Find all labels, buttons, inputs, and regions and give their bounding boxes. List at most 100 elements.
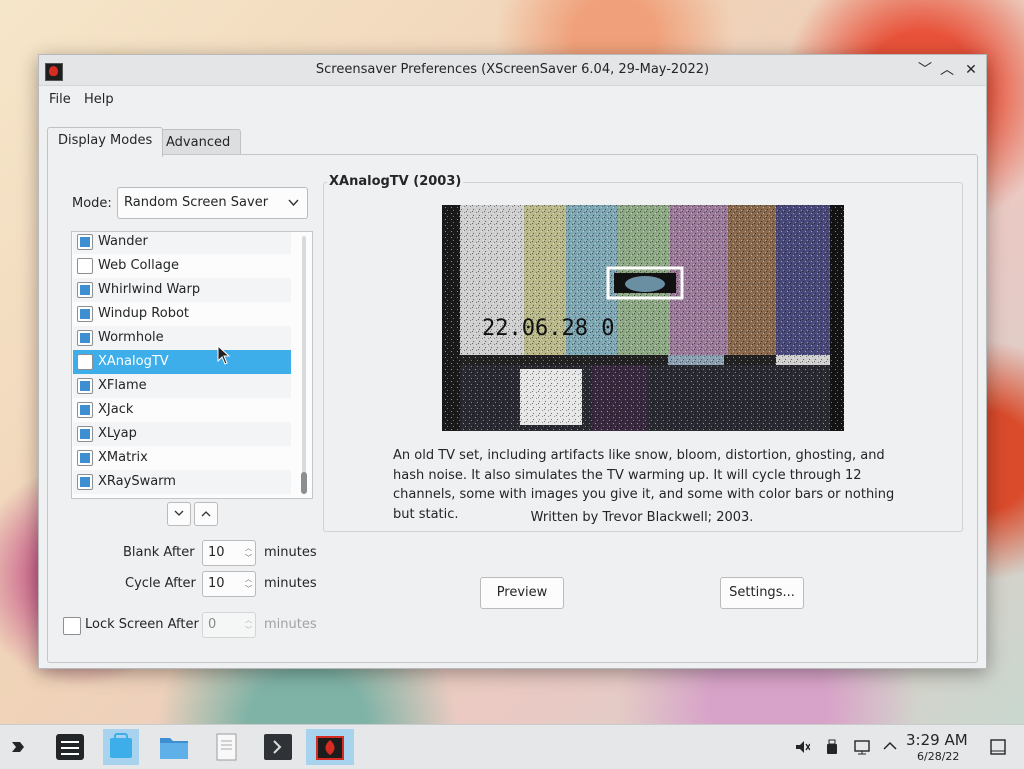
stepper-up-icon[interactable]: ︿ <box>245 616 252 624</box>
list-item-checkbox[interactable] <box>77 234 93 250</box>
list-item-checkbox[interactable] <box>77 378 93 394</box>
cycle-after-unit: minutes <box>264 576 317 591</box>
file-manager-task[interactable] <box>156 729 192 765</box>
system-settings-task[interactable] <box>52 729 88 765</box>
list-item-label: XLyap <box>98 426 137 441</box>
list-item-label: XRaySwarm <box>98 474 176 489</box>
list-item-checkbox[interactable] <box>77 330 93 346</box>
list-item-checkbox[interactable] <box>77 354 93 370</box>
cycle-after-label: Cycle After <box>125 576 196 591</box>
app-launcher-icon[interactable] <box>10 737 32 757</box>
menu-help[interactable]: Help <box>84 92 114 107</box>
list-item-label: Whirlwind Warp <box>98 282 201 297</box>
cycle-after-value: 10 <box>208 576 225 591</box>
list-item-label: Wormhole <box>98 330 164 345</box>
stepper-down-icon[interactable]: ﹀ <box>245 554 252 562</box>
stepper-up-icon[interactable]: ︿ <box>245 575 252 583</box>
list-item-label: XFlame <box>98 378 147 393</box>
titlebar[interactable]: Screensaver Preferences (XScreenSaver 6.… <box>39 55 986 86</box>
list-item[interactable]: Wormhole <box>73 326 291 350</box>
list-item[interactable]: Whirlwind Warp <box>73 278 291 302</box>
list-item-checkbox[interactable] <box>77 402 93 418</box>
lock-screen-checkbox[interactable] <box>63 617 81 635</box>
tab-advanced[interactable]: Advanced <box>155 129 242 157</box>
lock-after-stepper[interactable]: 0 ︿ ﹀ <box>202 612 256 638</box>
mouse-cursor-icon <box>217 345 231 365</box>
discover-task[interactable] <box>103 729 139 765</box>
list-scrollbar-thumb[interactable] <box>301 472 307 494</box>
tv-overlay-text: 22.06.28 0 <box>482 316 614 341</box>
list-item[interactable]: XRaySwarm <box>73 470 291 494</box>
list-item-checkbox[interactable] <box>77 474 93 490</box>
list-scrollbar-track[interactable] <box>302 236 306 492</box>
list-item-selected[interactable]: XAnalogTV <box>73 350 291 374</box>
mode-select[interactable]: Random Screen Saver <box>117 187 308 219</box>
lock-screen-label: Lock Screen After <box>85 617 199 632</box>
text-editor-task[interactable] <box>208 729 244 765</box>
discover-icon <box>110 733 132 758</box>
clock-date[interactable]: 6/28/22 <box>917 750 959 763</box>
lock-after-unit: minutes <box>264 617 317 632</box>
preview-button[interactable]: Preview <box>480 577 564 609</box>
document-icon <box>216 733 237 761</box>
folder-icon <box>160 738 188 759</box>
menubar: File Help <box>39 86 986 114</box>
list-item-checkbox[interactable] <box>77 306 93 322</box>
chevron-down-icon <box>174 510 184 516</box>
stepper-down-icon[interactable]: ﹀ <box>245 585 252 593</box>
list-item[interactable]: XMatrix <box>73 446 291 470</box>
list-item-checkbox[interactable] <box>77 426 93 442</box>
maximize-icon[interactable]: ︿ <box>937 60 957 80</box>
tv-color-bars-preview: 22.06.28 0 <box>442 205 844 431</box>
settings-button[interactable]: Settings... <box>720 577 804 609</box>
chevron-up-icon <box>201 511 211 517</box>
system-settings-icon <box>56 734 84 760</box>
list-item[interactable]: Windup Robot <box>73 302 291 326</box>
stepper-down-icon[interactable]: ﹀ <box>245 626 252 634</box>
mode-label: Mode: <box>72 196 112 211</box>
blank-after-stepper[interactable]: 10 ︿ ﹀ <box>202 540 256 566</box>
mode-select-value: Random Screen Saver <box>124 195 269 210</box>
xscreensaver-task[interactable] <box>306 729 354 765</box>
list-item-label: XJack <box>98 402 134 417</box>
list-item-label: Windup Robot <box>98 306 189 321</box>
screensaver-preferences-window: Screensaver Preferences (XScreenSaver 6.… <box>38 54 987 669</box>
cycle-after-stepper[interactable]: 10 ︿ ﹀ <box>202 571 256 597</box>
list-item-label: XMatrix <box>98 450 148 465</box>
move-up-button[interactable] <box>194 502 218 526</box>
system-tray-expand-icon[interactable] <box>883 739 897 755</box>
saver-preview-image: 22.06.28 0 <box>442 205 844 431</box>
saver-credit: Written by Trevor Blackwell; 2003. <box>530 510 754 525</box>
list-item[interactable]: Wander <box>73 232 291 254</box>
list-item[interactable]: XLyap <box>73 422 291 446</box>
window-title: Screensaver Preferences (XScreenSaver 6.… <box>315 62 710 77</box>
lock-after-value: 0 <box>208 617 217 632</box>
saver-title: XAnalogTV (2003) <box>327 174 464 189</box>
stepper-up-icon[interactable]: ︿ <box>245 544 252 552</box>
terminal-icon <box>264 734 292 760</box>
list-item-checkbox[interactable] <box>77 258 93 274</box>
list-item[interactable]: XJack <box>73 398 291 422</box>
list-item-label: Wander <box>98 234 148 249</box>
list-item-label: XAnalogTV <box>98 354 169 369</box>
screensaver-list[interactable]: Wander Web Collage Whirlwind Warp Windup… <box>71 231 313 499</box>
list-item[interactable]: XFlame <box>73 374 291 398</box>
list-item-checkbox[interactable] <box>77 450 93 466</box>
volume-muted-icon[interactable] <box>794 739 811 759</box>
list-item[interactable]: Web Collage <box>73 254 291 278</box>
minimize-icon[interactable]: ﹀ <box>915 60 935 80</box>
taskbar: 3:29 AM 6/28/22 <box>0 724 1024 769</box>
list-item-label: Web Collage <box>98 258 179 273</box>
tab-display-modes[interactable]: Display Modes <box>47 127 164 157</box>
close-icon[interactable]: ✕ <box>961 60 981 80</box>
blank-after-label: Blank After <box>123 545 195 560</box>
move-down-button[interactable] <box>167 502 191 526</box>
usb-device-icon[interactable] <box>826 739 838 759</box>
show-desktop-icon[interactable] <box>990 739 1006 759</box>
list-item-checkbox[interactable] <box>77 282 93 298</box>
xscreensaver-icon <box>316 736 344 760</box>
terminal-task[interactable] <box>260 729 296 765</box>
network-icon[interactable] <box>854 739 872 759</box>
clock-time[interactable]: 3:29 AM <box>906 731 968 749</box>
menu-file[interactable]: File <box>49 92 71 107</box>
